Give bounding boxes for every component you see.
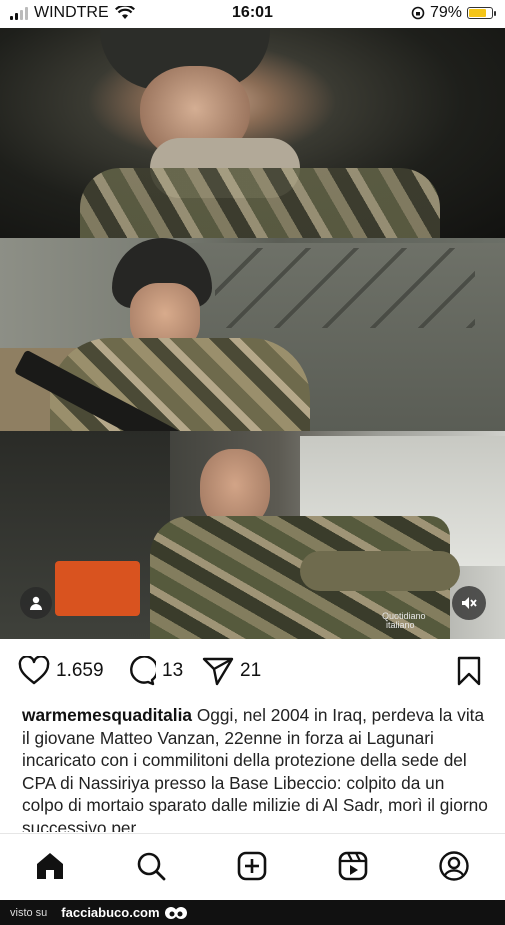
vehicle-grille-shape [215, 248, 475, 328]
tab-search[interactable] [133, 848, 169, 884]
arm-shape [300, 551, 460, 591]
status-bar: WINDTRE 16:01 79% [0, 0, 505, 28]
save-action [456, 656, 482, 686]
post-photo-1[interactable] [0, 28, 505, 238]
orange-bag-shape [55, 561, 140, 616]
heart-icon[interactable] [18, 656, 50, 686]
search-icon [137, 852, 166, 881]
share-action: 21 [202, 656, 261, 686]
like-action: 1.659 [18, 656, 104, 686]
share-icon[interactable] [202, 656, 234, 686]
speaker-muted-icon [462, 597, 477, 609]
reels-icon [338, 851, 368, 881]
footer-site-link[interactable]: facciabuco.com [61, 905, 159, 920]
post-caption: warmemesquaditalia Oggi, nel 2004 in Ira… [22, 704, 490, 832]
new-post-icon [237, 851, 267, 881]
post-photo-2[interactable] [0, 238, 505, 431]
status-right: 79% [411, 4, 496, 22]
tab-profile[interactable] [436, 848, 472, 884]
post-actions: 1.659 13 21 [0, 650, 505, 694]
orientation-lock-icon [411, 6, 425, 20]
tab-reels[interactable] [335, 848, 371, 884]
comment-icon[interactable] [126, 656, 156, 686]
source-footer: visto su facciabuco.com [0, 900, 505, 925]
eyes-logo-icon [164, 906, 187, 919]
profile-icon [439, 851, 469, 881]
tab-home[interactable] [32, 848, 68, 884]
mute-button[interactable] [452, 586, 486, 620]
like-count[interactable]: 1.659 [56, 660, 104, 682]
battery-percent: 79% [429, 4, 462, 21]
comment-action: 13 [126, 656, 183, 686]
camo-body-shape [80, 168, 440, 238]
bottom-tab-bar [0, 833, 505, 901]
post-photo-3[interactable] [0, 431, 505, 639]
media-watermark: Quotidiano italiano [382, 612, 426, 630]
bookmark-icon[interactable] [456, 656, 482, 686]
battery-icon [467, 7, 496, 19]
comment-count[interactable]: 13 [162, 660, 183, 682]
home-icon [37, 853, 63, 879]
tagged-users-button[interactable] [20, 587, 52, 619]
watermark-line-2: italiano [386, 620, 415, 630]
footer-prefix: visto su [10, 906, 48, 919]
share-count[interactable]: 21 [240, 660, 261, 682]
user-icon [30, 596, 42, 610]
caption-username[interactable]: warmemesquaditalia [22, 705, 192, 725]
tab-new-post[interactable] [234, 848, 270, 884]
